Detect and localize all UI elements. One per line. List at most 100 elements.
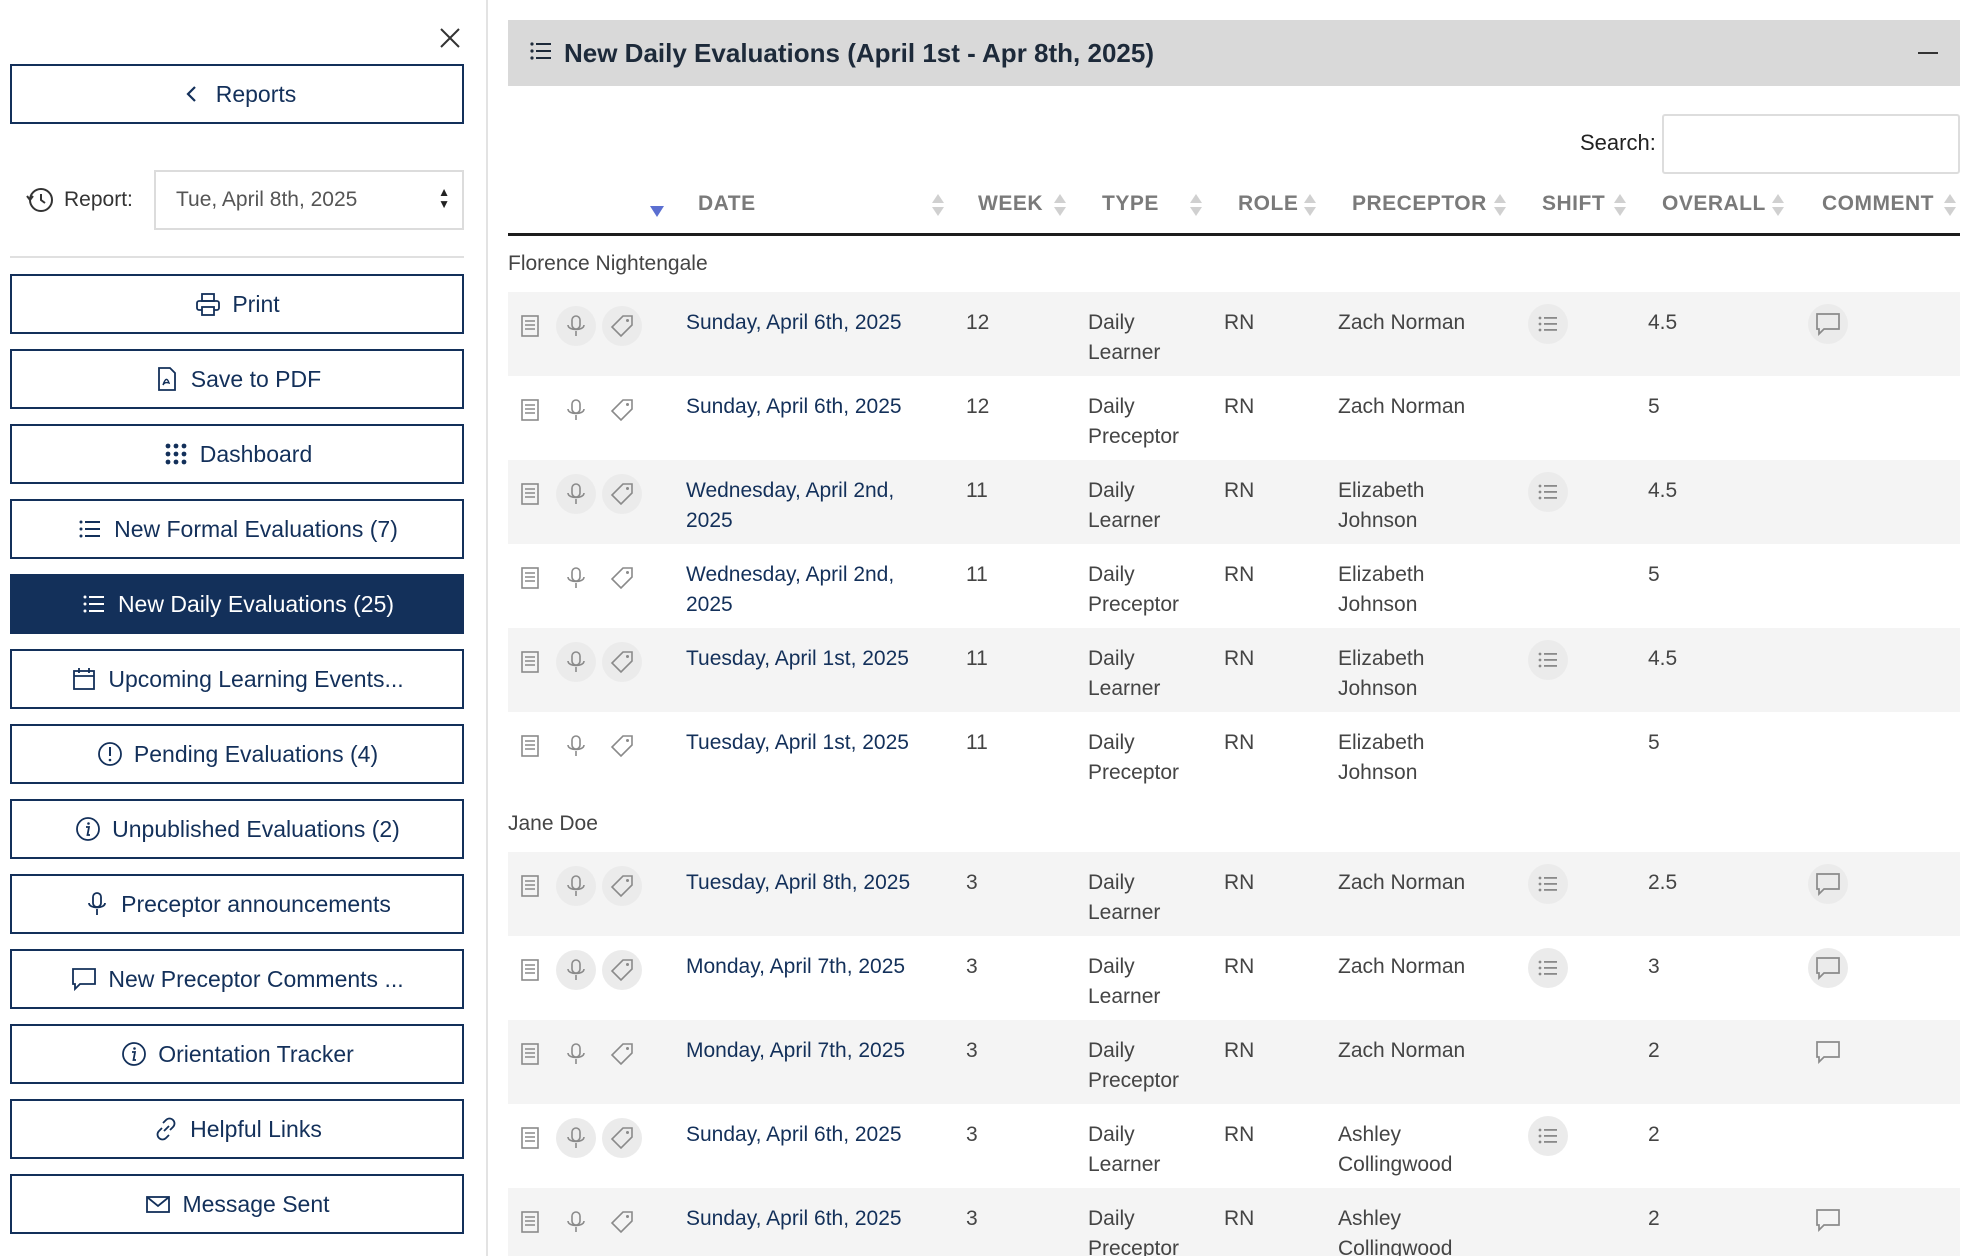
sidebar-button-helpful-links[interactable]: Helpful Links [10, 1099, 464, 1159]
tag-icon[interactable] [602, 1034, 642, 1074]
sort-icon[interactable] [1304, 194, 1316, 218]
week-cell: 12 [966, 311, 990, 334]
table-header: DATE WEEK TYPE ROLE PRECEPTOR SHIFT OVER… [508, 180, 1960, 236]
microphone-icon[interactable] [556, 390, 596, 430]
date-cell: Sunday, April 6th, 2025 [686, 395, 902, 418]
sort-icon[interactable] [1944, 194, 1956, 218]
tag-icon[interactable] [602, 306, 642, 346]
microphone-icon[interactable] [556, 950, 596, 990]
preceptor-cell: Zach Norman [1338, 311, 1466, 334]
shift-details-icon[interactable] [1528, 864, 1568, 904]
shift-details-icon[interactable] [1528, 472, 1568, 512]
week-cell: 11 [966, 731, 988, 754]
document-icon[interactable] [510, 1202, 550, 1242]
week-cell: 11 [966, 479, 988, 502]
report-date-select[interactable]: Tue, April 8th, 2025 ▲ ▼ [154, 170, 464, 230]
column-header-comment[interactable]: COMMENT [1822, 192, 1934, 216]
type-cell: Daily Learner [1088, 871, 1161, 924]
tag-icon[interactable] [602, 726, 642, 766]
document-icon[interactable] [510, 474, 550, 514]
shift-details-icon[interactable] [1528, 948, 1568, 988]
tag-icon[interactable] [602, 950, 642, 990]
sidebar-button-message-sent[interactable]: Message Sent [10, 1174, 464, 1234]
week-cell: 11 [966, 647, 988, 670]
sidebar-button-new-daily-evaluations-25[interactable]: New Daily Evaluations (25) [10, 574, 464, 634]
sidebar-button-label: Upcoming Learning Events... [108, 665, 404, 692]
microphone-icon[interactable] [556, 1034, 596, 1074]
microphone-icon[interactable] [556, 474, 596, 514]
column-header-type[interactable]: TYPE [1102, 192, 1159, 216]
microphone-icon[interactable] [556, 306, 596, 346]
close-icon[interactable] [432, 20, 468, 56]
date-cell: Sunday, April 6th, 2025 [686, 1123, 902, 1146]
tag-icon[interactable] [602, 1202, 642, 1242]
comment-icon[interactable] [1808, 1200, 1848, 1240]
shift-details-icon[interactable] [1528, 304, 1568, 344]
overall-cell: 2 [1648, 1207, 1660, 1230]
column-header-role[interactable]: ROLE [1238, 192, 1298, 216]
sidebar-button-print[interactable]: Print [10, 274, 464, 334]
shift-details-icon[interactable] [1528, 1116, 1568, 1156]
document-icon[interactable] [510, 726, 550, 766]
column-header-preceptor[interactable]: PRECEPTOR [1352, 192, 1487, 216]
sidebar-button-new-formal-evaluations-7[interactable]: New Formal Evaluations (7) [10, 499, 464, 559]
sidebar-button-upcoming-learning-events[interactable]: Upcoming Learning Events... [10, 649, 464, 709]
sort-descending-icon[interactable] [650, 206, 664, 217]
document-icon[interactable] [510, 1118, 550, 1158]
sort-icon[interactable] [1190, 194, 1202, 218]
date-cell: Sunday, April 6th, 2025 [686, 1207, 902, 1230]
column-header-date[interactable]: DATE [698, 192, 756, 216]
document-icon[interactable] [510, 642, 550, 682]
document-icon[interactable] [510, 390, 550, 430]
minimize-icon[interactable] [1916, 42, 1942, 64]
document-icon[interactable] [510, 866, 550, 906]
sort-icon[interactable] [1614, 194, 1626, 218]
tag-icon[interactable] [602, 474, 642, 514]
microphone-icon[interactable] [556, 642, 596, 682]
sort-icon[interactable] [1054, 194, 1066, 218]
sidebar-button-new-preceptor-comments[interactable]: New Preceptor Comments ... [10, 949, 464, 1009]
sort-icon[interactable] [932, 194, 944, 218]
list-icon [76, 515, 104, 543]
document-icon[interactable] [510, 558, 550, 598]
document-icon[interactable] [510, 1034, 550, 1074]
tag-icon[interactable] [602, 390, 642, 430]
sidebar-button-unpublished-evaluations-2[interactable]: Unpublished Evaluations (2) [10, 799, 464, 859]
document-icon[interactable] [510, 306, 550, 346]
sidebar-button-orientation-tracker[interactable]: Orientation Tracker [10, 1024, 464, 1084]
report-label-text: Report: [64, 188, 133, 211]
tag-icon[interactable] [602, 558, 642, 598]
week-cell: 3 [966, 1039, 978, 1062]
reports-back-button[interactable]: Reports [10, 64, 464, 124]
date-cell: Tuesday, April 1st, 2025 [686, 731, 909, 754]
sort-icon[interactable] [1772, 194, 1784, 218]
column-header-overall[interactable]: OVERALL [1662, 192, 1766, 216]
comment-icon[interactable] [1808, 948, 1848, 988]
search-input[interactable] [1662, 114, 1960, 174]
shift-details-icon[interactable] [1528, 640, 1568, 680]
panel-title: New Daily Evaluations (April 1st - Apr 8… [564, 37, 1154, 68]
comment-icon[interactable] [1808, 304, 1848, 344]
comment-icon[interactable] [1808, 1032, 1848, 1072]
microphone-icon[interactable] [556, 726, 596, 766]
column-header-shift[interactable]: SHIFT [1542, 192, 1605, 216]
column-header-week[interactable]: WEEK [978, 192, 1043, 216]
history-icon [26, 188, 53, 212]
microphone-icon[interactable] [556, 1118, 596, 1158]
microphone-icon[interactable] [556, 866, 596, 906]
tag-icon[interactable] [602, 1118, 642, 1158]
sidebar-button-label: Print [232, 290, 280, 317]
microphone-icon[interactable] [556, 558, 596, 598]
sidebar-button-dashboard[interactable]: Dashboard [10, 424, 464, 484]
printer-icon [194, 290, 222, 318]
comment-icon[interactable] [1808, 864, 1848, 904]
tag-icon[interactable] [602, 866, 642, 906]
sidebar-button-pending-evaluations-4[interactable]: Pending Evaluations (4) [10, 724, 464, 784]
tag-icon[interactable] [602, 642, 642, 682]
sort-icon[interactable] [1494, 194, 1506, 218]
document-icon[interactable] [510, 950, 550, 990]
microphone-icon[interactable] [556, 1202, 596, 1242]
sidebar-button-save-to-pdf[interactable]: Save to PDF [10, 349, 464, 409]
date-cell: Sunday, April 6th, 2025 [686, 311, 902, 334]
sidebar-button-preceptor-announcements[interactable]: Preceptor announcements [10, 874, 464, 934]
